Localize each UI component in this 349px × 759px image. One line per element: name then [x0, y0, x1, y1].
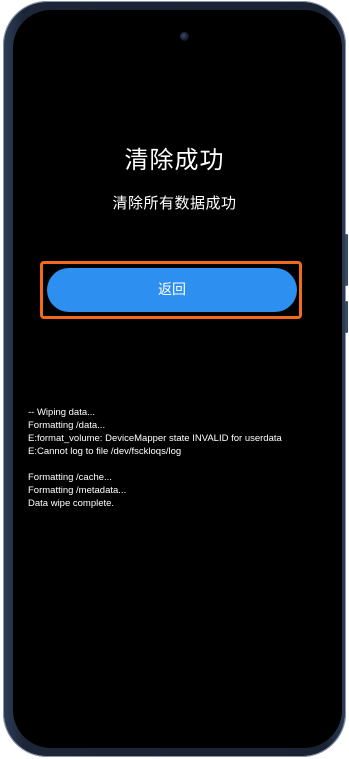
log-line: -- Wiping data...: [28, 407, 96, 418]
phone-frame: [3, 1, 348, 757]
log-line: Formatting /cache...: [28, 472, 112, 483]
recovery-screen: [13, 10, 342, 748]
log-spacer: [28, 458, 328, 471]
front-camera-icon: [180, 32, 189, 41]
log-line: E:Cannot log to file /dev/fsckloqs/log: [28, 446, 182, 457]
log-line: Formatting /metadata...: [28, 485, 127, 496]
log-line: E:format_volume: DeviceMapper state INVA…: [28, 433, 282, 444]
volume-button: [345, 234, 348, 286]
page-subtitle: 清除所有数据成功: [112, 194, 237, 212]
power-button: [345, 301, 348, 333]
page-title: 清除成功: [124, 146, 225, 174]
log-line: Formatting /data...: [28, 420, 106, 431]
back-button[interactable]: 返回: [47, 268, 297, 312]
recovery-log: -- Wiping data... Formatting /data... E:…: [28, 406, 328, 510]
log-line: Data wipe complete.: [28, 498, 115, 509]
